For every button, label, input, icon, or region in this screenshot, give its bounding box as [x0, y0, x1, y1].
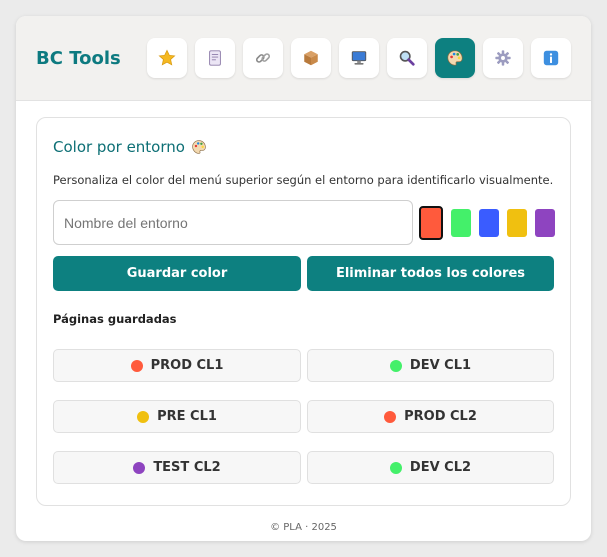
- color-dot: [389, 359, 402, 372]
- color-dot: [133, 461, 146, 474]
- saved-page-item[interactable]: DEV CL1: [307, 349, 554, 382]
- extension-popup: BC Tools Color por entorno Personaliza e…: [16, 16, 591, 541]
- color-swatch[interactable]: [479, 209, 499, 237]
- tool-info-button[interactable]: [531, 38, 571, 78]
- footer: © PLA · 2025: [270, 522, 337, 533]
- color-swatches: [419, 206, 555, 240]
- tool-notes-button[interactable]: [195, 38, 235, 78]
- saved-page-item[interactable]: TEST CL2: [53, 451, 301, 484]
- toolbar: [147, 38, 571, 78]
- color-swatch[interactable]: [419, 206, 443, 240]
- saved-page-label: TEST CL2: [153, 460, 221, 475]
- color-dot: [130, 359, 143, 372]
- tool-settings-button[interactable]: [483, 38, 523, 78]
- package-icon: [304, 50, 318, 66]
- panel-title-text: Color por entorno: [53, 138, 185, 156]
- environment-name-input[interactable]: [53, 200, 413, 245]
- tool-color-button[interactable]: [435, 38, 475, 78]
- color-swatch[interactable]: [507, 209, 527, 237]
- gear-icon: [495, 50, 511, 66]
- clear-all-colors-button[interactable]: Eliminar todos los colores: [307, 256, 554, 291]
- color-swatch[interactable]: [451, 209, 471, 237]
- palette-icon: [447, 50, 463, 66]
- computer-icon: [351, 51, 367, 65]
- saved-page-item[interactable]: PRE CL1: [53, 400, 301, 433]
- saved-page-label: PROD CL1: [150, 358, 224, 373]
- tool-favorites-button[interactable]: [147, 38, 187, 78]
- magnifier-icon: [399, 50, 415, 66]
- saved-page-label: DEV CL2: [409, 460, 472, 475]
- panel-description: Personaliza el color del menú superior s…: [53, 173, 554, 187]
- palette-icon: [192, 140, 206, 154]
- tool-search-button[interactable]: [387, 38, 427, 78]
- panel-title: Color por entorno: [53, 138, 207, 156]
- color-dot: [384, 410, 397, 423]
- tool-computer-button[interactable]: [339, 38, 379, 78]
- saved-page-label: PRE CL1: [157, 409, 217, 424]
- star-icon: [158, 49, 176, 66]
- color-swatch[interactable]: [535, 209, 555, 237]
- notes-icon: [209, 50, 221, 66]
- saved-page-item[interactable]: PROD CL2: [307, 400, 554, 433]
- header: BC Tools: [16, 16, 591, 101]
- app-title: BC Tools: [36, 47, 121, 69]
- color-dot: [137, 410, 150, 423]
- tool-links-button[interactable]: [243, 38, 283, 78]
- saved-page-item[interactable]: PROD CL1: [53, 349, 301, 382]
- tool-packages-button[interactable]: [291, 38, 331, 78]
- saved-pages-heading: Páginas guardadas: [53, 312, 177, 326]
- save-color-button[interactable]: Guardar color: [53, 256, 301, 291]
- saved-page-label: PROD CL2: [404, 409, 477, 424]
- color-dot: [389, 461, 402, 474]
- link-icon: [255, 53, 271, 63]
- saved-page-item[interactable]: DEV CL2: [307, 451, 554, 484]
- info-icon: [543, 50, 559, 66]
- saved-page-label: DEV CL1: [409, 358, 472, 373]
- color-by-environment-panel: Color por entorno Personaliza el color d…: [36, 117, 571, 506]
- saved-pages-list: PROD CL1 DEV CL1 PRE CL1 PROD CL2 TEST CL2 DE…: [53, 349, 554, 484]
